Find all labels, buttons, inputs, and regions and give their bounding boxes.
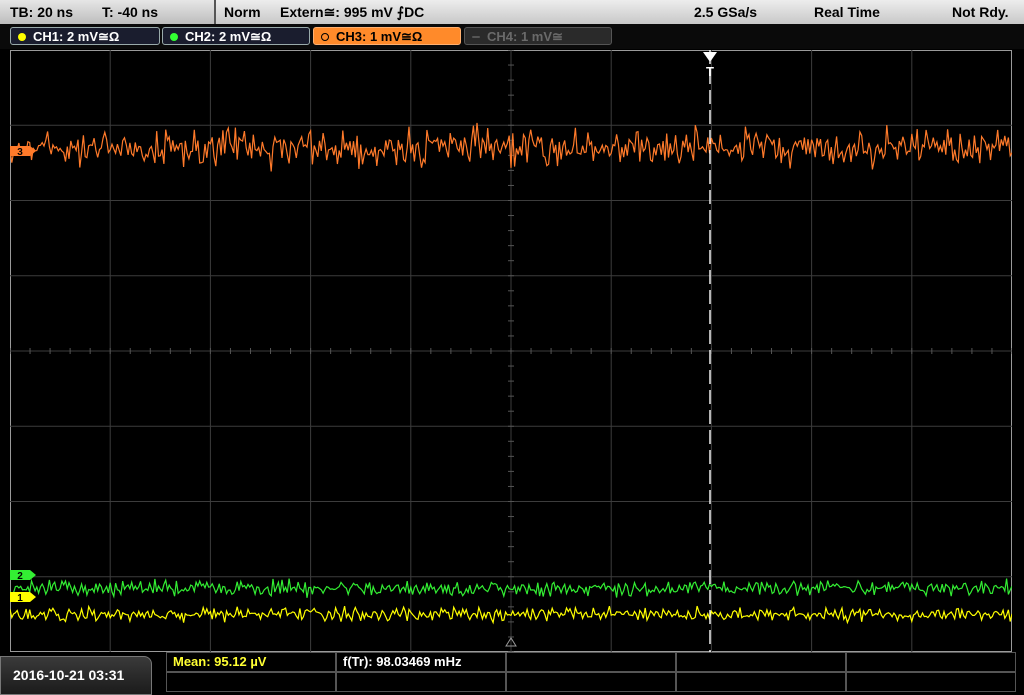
tab-ch1-label: CH1: 2 mV≅Ω	[33, 29, 120, 44]
tab-ch2[interactable]: CH2: 2 mV≅Ω	[162, 27, 310, 45]
tab-ch2-label: CH2: 2 mV≅Ω	[185, 29, 272, 44]
measurement-slot-9[interactable]	[676, 672, 846, 692]
datetime-display: 2016-10-21 03:31	[0, 656, 152, 695]
ch1-marker-label: 1	[17, 593, 23, 604]
sample-rate[interactable]: 2.5 GSa/s	[694, 0, 757, 24]
tab-ch4[interactable]: CH4: 1 mV≅	[464, 27, 612, 45]
acquisition-mode[interactable]: Real Time	[814, 0, 880, 24]
ch1-dot-icon	[18, 33, 26, 41]
ch2-marker-icon	[10, 570, 36, 580]
measurement-slot-6[interactable]	[166, 672, 336, 692]
ch1-offset-marker[interactable]: 1	[10, 592, 36, 604]
measurement-mean[interactable]: Mean: 95.12 µV	[166, 652, 336, 672]
trigger-source[interactable]: Extern≅: 995 mV ⨍DC	[280, 0, 424, 24]
measurement-slot-3[interactable]	[506, 652, 676, 672]
ch1-marker-icon	[10, 592, 36, 602]
tab-ch1[interactable]: CH1: 2 mV≅Ω	[10, 27, 160, 45]
timebase-panel[interactable]: TB: 20 ns T: -40 ns	[0, 0, 216, 24]
tab-ch3[interactable]: CH3: 1 mV≅Ω	[313, 27, 461, 45]
measurement-slot-10[interactable]	[846, 672, 1016, 692]
ch2-marker-label: 2	[17, 571, 23, 582]
tab-ch4-label: CH4: 1 mV≅	[487, 29, 563, 44]
measurement-slot-8[interactable]	[506, 672, 676, 692]
trigger-time-readout[interactable]: T: -40 ns	[102, 0, 158, 24]
trigger-marker[interactable]: T	[703, 52, 717, 79]
channel-tabs: CH1: 2 mV≅Ω CH2: 2 mV≅Ω CH3: 1 mV≅Ω CH4:…	[0, 24, 1024, 49]
measurement-slot-4[interactable]	[676, 652, 846, 672]
measurement-frequency[interactable]: f(Tr): 98.03469 mHz	[336, 652, 506, 672]
ch2-offset-marker[interactable]: 2	[10, 570, 36, 582]
ch3-marker-label: 3	[17, 147, 23, 158]
tab-ch3-label: CH3: 1 mV≅Ω	[336, 29, 423, 44]
measurement-slot-5[interactable]	[846, 652, 1016, 672]
ch3-dot-icon	[321, 33, 329, 41]
acquisition-state: Not Rdy.	[952, 4, 1009, 20]
trigger-marker-label: T	[706, 64, 714, 79]
timebase-readout[interactable]: TB: 20 ns	[10, 0, 73, 24]
status-bar: TB: 20 ns T: -40 ns Norm Extern≅: 995 mV…	[0, 0, 1024, 24]
trigger-mode[interactable]: Norm	[224, 0, 261, 24]
ch2-dot-icon	[170, 33, 178, 41]
trigger-arrow-icon	[703, 52, 717, 62]
bottom-bar: 2016-10-21 03:31 Mean: 95.12 µV f(Tr): 9…	[0, 652, 1024, 695]
ch4-dash-icon	[472, 36, 480, 38]
measurement-slot-7[interactable]	[336, 672, 506, 692]
trigger-panel[interactable]: Norm Extern≅: 995 mV ⨍DC 2.5 GSa/s Real …	[216, 0, 1024, 24]
waveform-canvas[interactable]: T 3 2 1	[10, 50, 1012, 652]
